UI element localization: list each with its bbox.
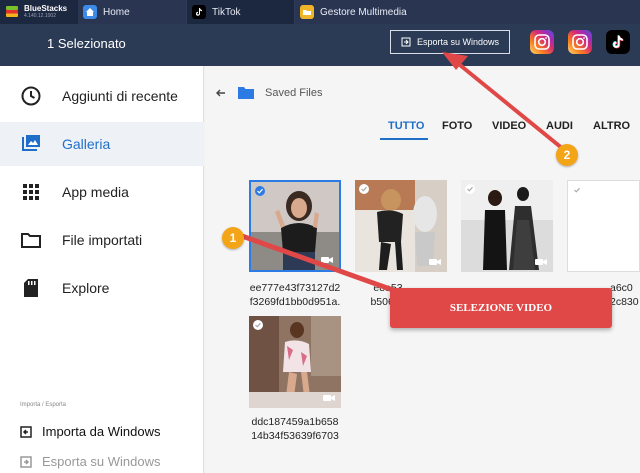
- tab-tutto[interactable]: TUTTO: [388, 120, 424, 132]
- active-tab-indicator: [380, 138, 428, 140]
- import-icon: [20, 425, 32, 438]
- tab-video[interactable]: VIDEO: [492, 120, 526, 132]
- video-camera-icon: [321, 257, 333, 263]
- sidebar-item-file-importati[interactable]: File importati: [0, 218, 204, 262]
- export-button-label: Esporta su Windows: [416, 37, 500, 47]
- tab-gestore-label: Gestore Multimedia: [320, 6, 407, 18]
- bluestacks-logo-icon: [6, 6, 18, 17]
- gallery-icon: [22, 135, 40, 151]
- unselected-check-icon: [465, 184, 475, 194]
- video-camera-icon: [429, 259, 441, 265]
- video-thumbnail[interactable]: [249, 316, 341, 408]
- tab-tiktok-label: TikTok: [212, 6, 241, 18]
- tiktok-icon: [192, 5, 206, 19]
- video-thumbnail[interactable]: [355, 180, 447, 272]
- breadcrumb-folder-name: Saved Files: [265, 87, 323, 99]
- selected-check-icon: [255, 186, 265, 196]
- sidebar-item-app-media[interactable]: App media: [0, 170, 204, 214]
- sidebar-item-galleria[interactable]: Galleria: [0, 122, 204, 166]
- folder-icon: [300, 5, 314, 19]
- import-label: Importa da Windows: [42, 424, 161, 439]
- instagram-app-icon[interactable]: [530, 30, 554, 54]
- export-icon: [401, 37, 411, 47]
- sidebar-item-label: Galleria: [62, 136, 111, 152]
- export-label: Esporta su Windows: [42, 454, 161, 469]
- import-export-section-label: Importa / Esporta: [20, 402, 67, 408]
- sidebar-item-label: App media: [62, 184, 129, 200]
- export-to-windows-sidebar-button[interactable]: Esporta su Windows: [20, 454, 161, 469]
- sidebar: Aggiunti di recente Galleria App media F…: [0, 66, 204, 473]
- video-camera-icon: [535, 259, 547, 265]
- selezione-video-callout: SELEZIONE VIDEO: [390, 288, 612, 328]
- sidebar-item-label: Aggiunti di recente: [62, 88, 178, 104]
- bluestacks-name: BlueStacks: [24, 4, 68, 13]
- folder-icon: [238, 87, 254, 99]
- file-thumbnail[interactable]: [567, 180, 640, 272]
- unselected-check-icon: [359, 184, 369, 194]
- video-thumbnail[interactable]: [249, 180, 341, 272]
- home-icon: [83, 5, 97, 19]
- file-name: ddc187459a1b658 14b34f53639f6703: [251, 416, 339, 442]
- sidebar-item-explore[interactable]: Explore: [0, 266, 204, 310]
- tab-gestore-multimedia[interactable]: Gestore Multimedia: [294, 0, 640, 24]
- bluestacks-brand: BlueStacks 4.140.12.1002: [0, 0, 78, 24]
- tab-altro[interactable]: ALTRO: [593, 120, 630, 132]
- main-content: Saved Files TUTTO FOTO VIDEO AUDI ALTRO: [205, 66, 640, 473]
- window-tab-bar: BlueStacks 4.140.12.1002 Home TikTok Ges…: [0, 0, 640, 24]
- export-icon: [20, 455, 32, 468]
- grid-icon: [23, 184, 39, 200]
- tab-home[interactable]: Home: [78, 0, 186, 24]
- tab-audio[interactable]: AUDI: [546, 120, 573, 132]
- bluestacks-version: 4.140.12.1002: [24, 13, 56, 19]
- unselected-check-icon: [253, 320, 263, 330]
- sidebar-item-recenti[interactable]: Aggiunti di recente: [0, 74, 204, 118]
- tiktok-app-icon[interactable]: [606, 30, 630, 54]
- step-badge-2: 2: [556, 144, 578, 166]
- folder-icon: [21, 233, 41, 248]
- step-badge-1: 1: [222, 227, 244, 249]
- video-camera-icon: [323, 395, 335, 401]
- import-from-windows-button[interactable]: Importa da Windows: [20, 424, 161, 439]
- sidebar-item-label: File importati: [62, 232, 143, 248]
- file-name: a6c0 2c830: [610, 282, 639, 308]
- export-to-windows-button[interactable]: Esporta su Windows: [390, 30, 510, 54]
- tab-foto[interactable]: FOTO: [442, 120, 472, 132]
- tab-home-label: Home: [103, 6, 130, 18]
- back-arrow-icon[interactable]: [215, 87, 227, 99]
- selection-count: 1 Selezionato: [47, 36, 126, 51]
- instagram-app-icon-2[interactable]: [568, 30, 592, 54]
- breadcrumb: Saved Files: [215, 86, 322, 100]
- tab-tiktok[interactable]: TikTok: [186, 0, 294, 24]
- app-header: 1 Selezionato Esporta su Windows: [0, 24, 640, 66]
- unselected-check-icon: [572, 185, 582, 195]
- video-thumbnail[interactable]: [461, 180, 553, 272]
- clock-icon: [21, 86, 41, 106]
- sd-card-icon: [24, 279, 38, 297]
- sidebar-item-label: Explore: [62, 280, 110, 296]
